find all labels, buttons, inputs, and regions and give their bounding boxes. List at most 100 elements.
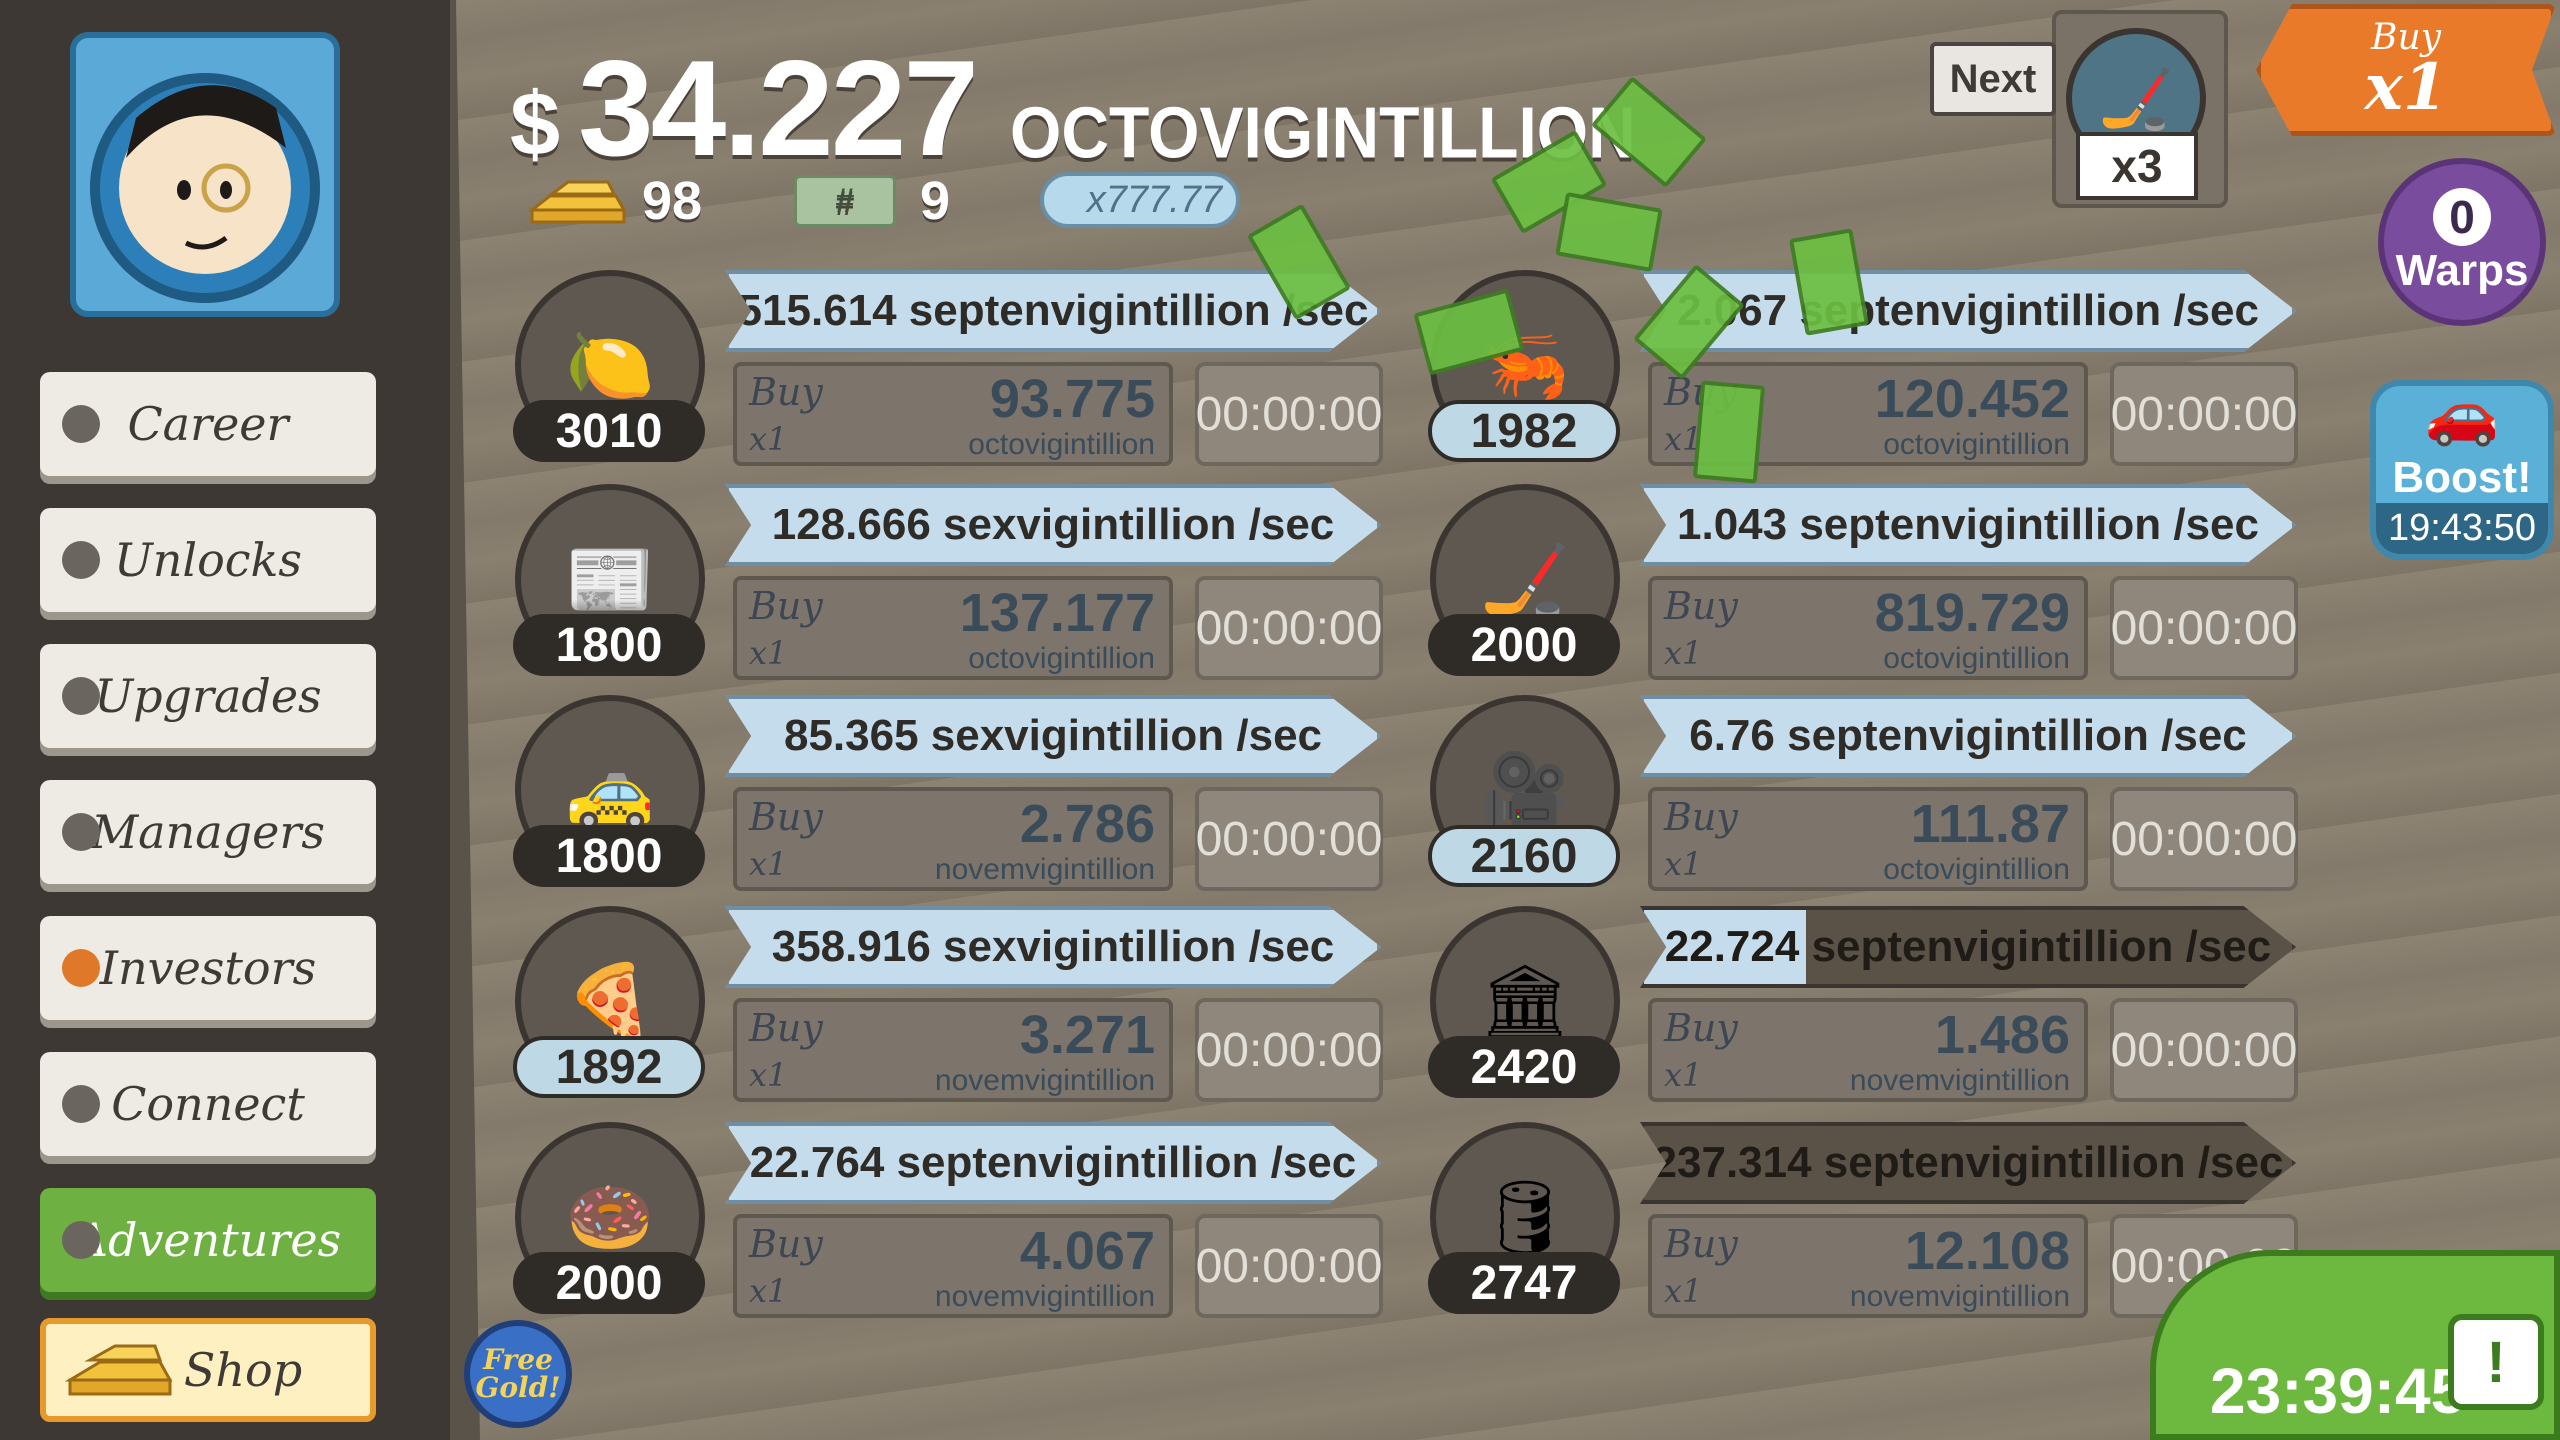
owned-count: 2000 [1428,614,1620,676]
buy-label: Buy [1664,1006,1738,1050]
connect-indicator-icon [62,1085,100,1123]
cycle-timer: 00:00:00 [1195,576,1383,680]
connect-label: Connect [111,1077,305,1131]
revenue-rate: 515.614 septenvigintillion /sec [737,286,1369,335]
buy-cost-unit: octovigintillion [968,428,1155,461]
owned-count: 2420 [1428,1036,1620,1098]
cycle-timer: 00:00:00 [2110,362,2298,466]
adventures-indicator-icon [62,1221,100,1259]
revenue-progress-bar: 22.724 septenvigintillion /sec [1640,906,2296,988]
buy-cost: 2.786 [1019,794,1155,854]
buy-label: Buy [1664,584,1738,628]
adventures-label: Adventures [74,1213,342,1267]
buy-multiplier-button[interactable]: Buy x1 [2256,4,2556,136]
buy-cost: 819.729 [1874,583,2070,643]
revenue-rate: 1.043 septenvigintillion /sec [1677,500,2259,549]
free-gold-label: Free Gold! [475,1343,561,1404]
boost-button[interactable]: 🚗 Boost! 19:43:50 [2370,380,2554,560]
astronaut-portrait-icon [90,73,320,303]
buy-quantity: x1 [1664,1272,1703,1310]
buy-business-button[interactable]: Buy x1 1.486 novemvigintillion [1648,998,2088,1102]
boost-timer: 19:43:50 [2376,503,2548,554]
adventures-button[interactable]: Adventures [40,1188,376,1292]
career-button[interactable]: Career [40,372,376,476]
managers-indicator-icon [62,813,100,851]
revenue-rate: 85.365 sexvigintillion /sec [783,711,1323,760]
unlocks-indicator-icon [62,541,100,579]
career-indicator-icon [62,405,100,443]
upgrades-button[interactable]: Upgrades [40,644,376,748]
balance-display: $ 34.227 OCTOVIGINTILLION [510,30,1636,186]
free-gold-button[interactable]: Free Gold! [464,1320,572,1428]
investors-button[interactable]: Investors [40,916,376,1020]
revenue-progress-bar: 6.76 septenvigintillion /sec [1640,695,2296,777]
buy-cost: 3.271 [1019,1005,1155,1065]
buy-business-button[interactable]: Buy x1 12.108 novemvigintillion [1648,1214,2088,1318]
tv-icon[interactable]: ! [2448,1314,2544,1410]
career-label: Career [127,397,289,451]
buy-quantity: x1 [749,420,788,458]
buy-business-button[interactable]: Buy x1 93.775 octovigintillion [733,362,1173,466]
buy-business-button[interactable]: Buy x1 4.067 novemvigintillion [733,1214,1173,1318]
megaticket-count: 9 [920,171,951,231]
buy-quantity: x1 [1664,845,1703,883]
buy-label: Buy [1664,1222,1738,1266]
buy-cost-unit: novemvigintillion [934,853,1155,886]
buy-label: Buy [749,370,823,414]
buy-label: Buy [1664,795,1738,839]
unlocks-button[interactable]: Unlocks [40,508,376,612]
revenue-progress-bar: 1.043 septenvigintillion /sec [1640,484,2296,566]
balance-amount: 34.227 [578,32,979,184]
buy-business-button[interactable]: Buy x1 137.177 octovigintillion [733,576,1173,680]
currency-symbol: $ [510,75,561,175]
cycle-timer: 00:00:00 [2110,998,2298,1102]
buy-cost: 111.87 [1910,794,2070,854]
owned-count: 1892 [513,1036,705,1098]
player-avatar[interactable] [70,32,340,317]
gold-counter: 98 [528,170,702,232]
managers-button[interactable]: Managers [40,780,376,884]
warps-button[interactable]: 0 Warps [2378,158,2546,326]
warps-label: Warps [2395,246,2529,295]
cash-bill-icon [1692,380,1766,484]
revenue-rate: 358.916 sexvigintillion /sec [771,922,1335,971]
owned-count: 2000 [513,1252,705,1314]
buy-cost: 137.177 [959,583,1155,643]
gold-icon [528,180,627,224]
megaticket-icon: # [794,175,896,227]
revenue-rate: 128.666 sexvigintillion /sec [771,500,1335,549]
buy-label: Buy [749,584,823,628]
next-label: Next [1949,56,2037,101]
revenue-progress-bar: 22.764 septenvigintillion /sec [725,1122,1381,1204]
buy-business-button[interactable]: Buy x1 819.729 octovigintillion [1648,576,2088,680]
revenue-rate: 237.314 septenvigintillion /sec [1652,1138,2284,1187]
buy-cost: 93.775 [989,369,1155,429]
multiplier-ticket[interactable]: x777.77 [1040,172,1240,228]
owned-count: 1800 [513,614,705,676]
warps-count: 0 [2433,188,2491,246]
buy-cost-unit: novemvigintillion [934,1280,1155,1313]
connect-button[interactable]: Connect [40,1052,376,1156]
buy-business-button[interactable]: Buy x1 3.271 novemvigintillion [733,998,1173,1102]
cycle-timer: 00:00:00 [1195,1214,1383,1318]
revenue-rate: 2.067 septenvigintillion /sec [1677,286,2259,335]
owned-count: 2160 [1428,825,1620,887]
buy-label: Buy [749,1006,823,1050]
buy-business-button[interactable]: Buy x1 111.87 octovigintillion [1648,787,2088,891]
shop-label: Shop [183,1343,303,1397]
buy-quantity: x1 [749,1056,788,1094]
next-unlock-button[interactable]: Next [1930,42,2056,116]
cycle-timer: 00:00:00 [1195,362,1383,466]
buy-cost-unit: novemvigintillion [1849,1064,2070,1097]
buy-cost-unit: novemvigintillion [1849,1280,2070,1313]
buy-label: Buy [749,795,823,839]
buy-quantity: x1 [749,1272,788,1310]
buy-cost: 1.486 [1934,1005,2070,1065]
buy-business-button[interactable]: Buy x1 2.786 novemvigintillion [733,787,1173,891]
shop-button[interactable]: Shop [40,1318,376,1422]
megaticket-counter: # 9 [794,170,950,232]
owned-count: 1800 [513,825,705,887]
buy-quantity: x1 [1664,634,1703,672]
buy-cost: 120.452 [1874,369,2070,429]
multiplier-ticket-value: x777.77 [1086,178,1222,221]
